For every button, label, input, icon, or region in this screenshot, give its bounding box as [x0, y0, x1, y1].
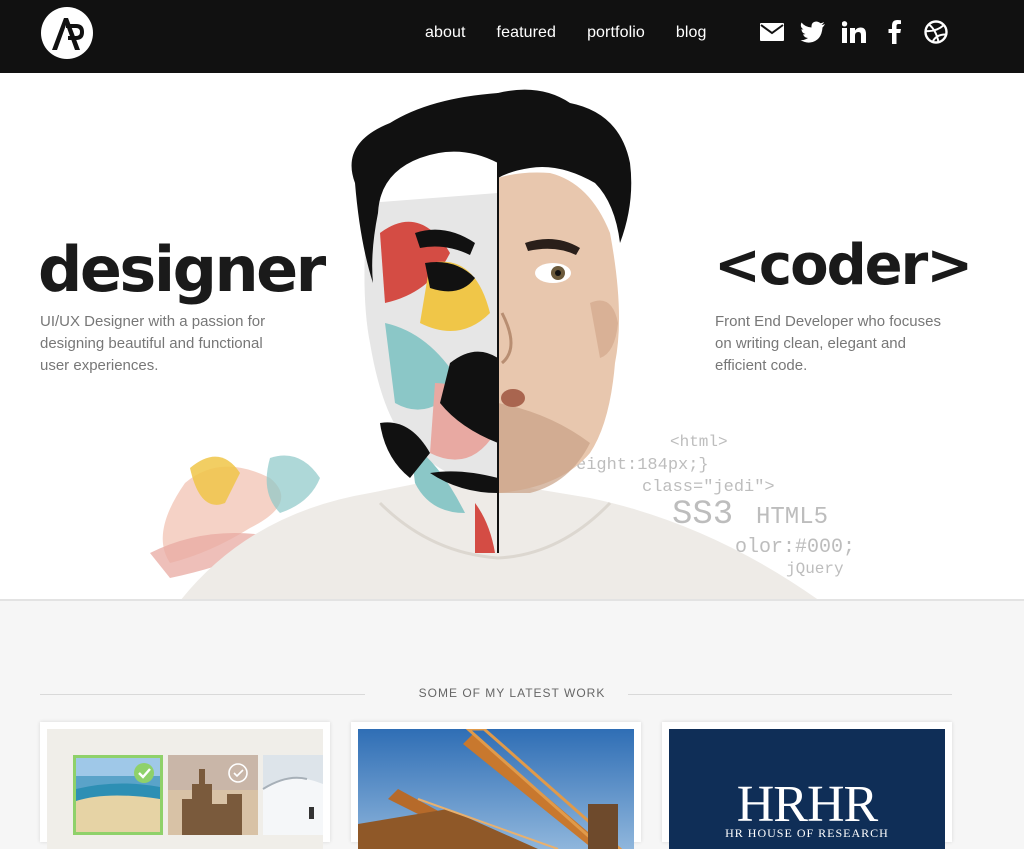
nav-about[interactable]: about — [425, 24, 466, 42]
hrhr-subtitle: HR HOUSE OF RESEARCH — [725, 826, 889, 840]
designer-description: UI/UX Designer with a passion for design… — [40, 313, 266, 374]
designer-heading: designer — [38, 233, 326, 306]
facebook-icon[interactable] — [882, 19, 908, 45]
portfolio-card-industrial[interactable] — [351, 722, 641, 849]
ap-logo[interactable] — [40, 6, 94, 60]
nav-portfolio[interactable]: portfolio — [587, 24, 645, 42]
dribbble-icon[interactable] — [923, 19, 949, 45]
linkedin-icon[interactable] — [841, 19, 867, 45]
mail-icon[interactable] — [759, 19, 785, 45]
portfolio-card-travel[interactable] — [40, 722, 330, 849]
hero-divider — [0, 599, 1024, 601]
site-header: about featured portfolio blog — [0, 0, 1024, 73]
nav-blog[interactable]: blog — [676, 24, 707, 42]
hero-section: <html> eight:184px;} class="jedi"> SS3 H… — [0, 73, 1024, 600]
coder-description: Front End Developer who focuses on writi… — [715, 313, 941, 374]
industrial-conveyor-thumbnail — [358, 729, 634, 849]
main-nav: about featured portfolio blog — [425, 0, 738, 66]
coder-heading: <coder> — [714, 233, 973, 298]
latest-work-title: SOME OF MY LATEST WORK — [418, 686, 606, 700]
social-links — [759, 19, 964, 45]
twitter-icon[interactable] — [800, 19, 826, 45]
nav-featured[interactable]: featured — [497, 24, 557, 42]
portfolio-card-hrhr[interactable]: HRHR HR HOUSE OF RESEARCH — [662, 722, 952, 849]
travel-site-thumbnail — [47, 729, 323, 849]
